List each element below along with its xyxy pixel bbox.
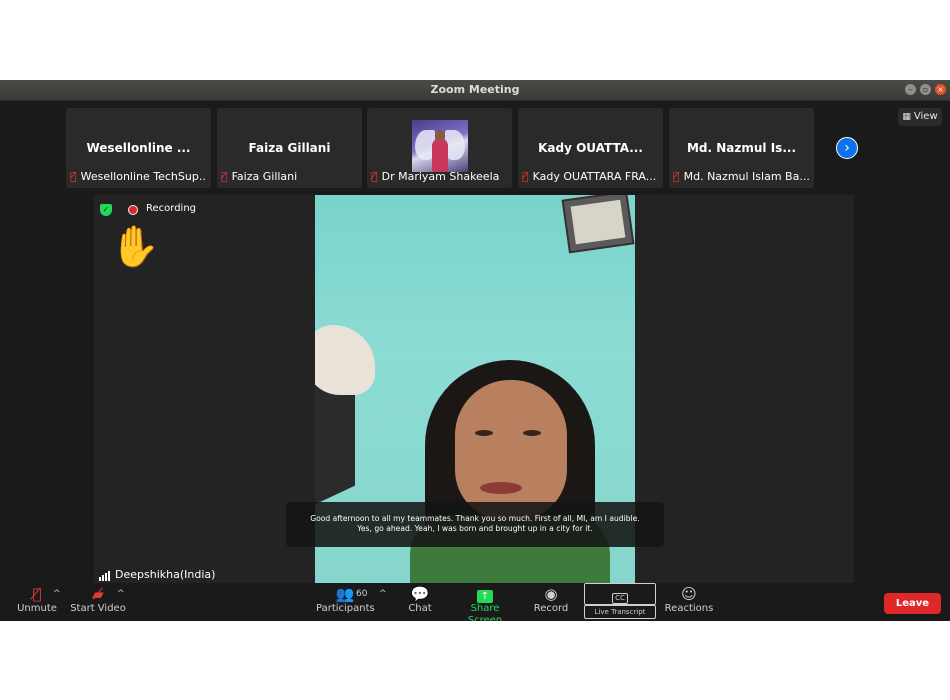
mic-muted-icon: 🎙̸ [221,170,228,183]
participant-tile[interactable]: 🎙̸ Dr Mariyam Shakeela [367,108,512,188]
zoom-window: Zoom Meeting – ▫ × ▦ View Wesellonline ..… [0,80,950,621]
participant-tile[interactable]: Md. Nazmul Is... 🎙̸ Md. Nazmul Islam Ba..… [669,108,814,188]
title-bar: Zoom Meeting – ▫ × [0,80,950,101]
close-icon[interactable]: × [935,84,946,95]
next-page-button[interactable]: › [836,137,858,159]
participant-display-name: Kady OUATTA... [538,141,643,155]
participant-tile[interactable]: Kady OUATTA... 🎙̸ Kady OUATTARA FRA... [518,108,663,188]
caption-line: Yes, go ahead. Yeah, I was born and brou… [357,524,593,533]
participants-count: 60 [356,589,368,599]
participant-tile[interactable]: Wesellonline ... 🎙̸ Wesellonline TechSup.… [66,108,211,188]
leave-button[interactable]: Leave [884,593,941,614]
mic-muted-icon: 🎙̸ [673,170,680,183]
chevron-right-icon: › [844,140,850,156]
share-screen-icon: ↑ [452,583,518,603]
window-title: Zoom Meeting [430,83,520,96]
participant-display-name: Wesellonline ... [86,141,191,155]
participant-label: 🎙̸ Wesellonline TechSup... [70,170,207,183]
share-screen-button[interactable]: ↑ Share Screen [452,583,518,621]
signal-strength-icon [99,568,111,581]
minimize-icon[interactable]: – [905,84,916,95]
participant-display-name: Md. Nazmul Is... [686,141,796,155]
shield-icon[interactable]: ✓ [100,204,112,216]
reactions-button[interactable]: ☺ Reactions [664,583,714,621]
audio-options-caret[interactable]: ^ [53,589,61,599]
mic-muted-icon: 🎙̸ [522,170,529,183]
smiley-icon: ☺ [681,585,697,603]
chat-button[interactable]: 💬 Chat [403,583,437,621]
closed-caption: Good afternoon to all my teammates. Than… [286,502,664,547]
recording-label: Recording [146,203,197,214]
participants-options-caret[interactable]: ^ [379,589,387,599]
participant-label: 🎙̸ Faiza Gillani [221,170,298,183]
participant-avatar [412,120,468,172]
meeting-toolbar: 🎙̸ Unmute ^ ▰̸ Start Video ^ 👥 Participa… [0,583,950,621]
recording-icon [128,205,138,215]
grid-icon: ▦ [902,112,911,122]
mic-muted-icon: 🎙̸ [371,170,378,183]
speaker-name-label: Deepshikha(India) [99,568,215,581]
closed-caption-icon: CC [584,583,656,605]
record-icon: ◉ [544,585,558,603]
participant-label: 🎙̸ Md. Nazmul Islam Ba... [673,170,810,183]
live-transcript-button[interactable]: CC Live Transcript [584,583,656,621]
participant-display-name: Faiza Gillani [248,141,331,155]
record-button[interactable]: ◉ Record [532,583,570,621]
chat-icon: 💬 [410,585,430,603]
video-options-caret[interactable]: ^ [117,589,125,599]
maximize-icon[interactable]: ▫ [920,84,931,95]
participant-label: 🎙̸ Kady OUATTARA FRA... [522,170,657,183]
participant-tile[interactable]: Faiza Gillani 🎙̸ Faiza Gillani [217,108,362,188]
raised-hand-icon: ✋ [110,224,160,270]
view-button[interactable]: ▦ View [898,108,942,126]
mic-muted-icon: 🎙̸ [70,170,77,183]
participant-label: 🎙̸ Dr Mariyam Shakeela [371,170,500,183]
caption-line: Good afternoon to all my teammates. Than… [310,514,640,523]
